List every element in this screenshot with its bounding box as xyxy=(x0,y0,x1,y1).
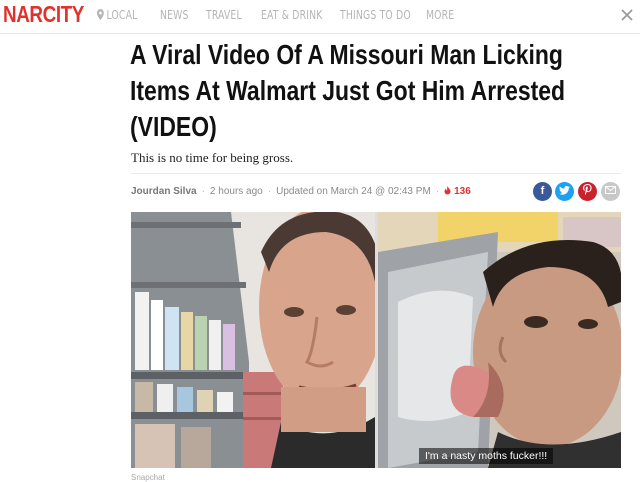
location-pin-icon xyxy=(97,9,104,23)
pinterest-share-button[interactable] xyxy=(578,182,597,201)
fire-icon xyxy=(444,186,454,197)
article-photo[interactable]: I'm a nasty moths fucker!!! xyxy=(131,212,621,468)
facebook-icon: f xyxy=(540,185,545,197)
top-nav: NARCITY LOCAL NEWS TRAVEL EAT & DRINK TH… xyxy=(0,0,640,34)
nav-item-news[interactable]: NEWS xyxy=(160,8,189,22)
article-subtitle: This is no time for being gross. xyxy=(131,150,294,165)
facebook-share-button[interactable]: f xyxy=(533,182,552,201)
nav-item-eat-drink[interactable]: EAT & DRINK xyxy=(261,8,322,22)
reaction-count: 136 xyxy=(444,186,471,197)
close-icon[interactable] xyxy=(620,8,634,22)
video-caption: I'm a nasty moths fucker!!! xyxy=(419,448,554,464)
nav-item-travel[interactable]: TRAVEL xyxy=(206,8,242,22)
nav-item-things-to-do[interactable]: THINGS TO DO xyxy=(340,8,411,22)
photo-panel-right xyxy=(378,212,621,468)
twitter-icon xyxy=(559,185,570,197)
byline: Jourdan Silva · 2 hours ago · Updated on Mar… xyxy=(131,186,471,197)
reaction-count-value: 136 xyxy=(454,186,471,197)
pinterest-icon xyxy=(583,184,592,197)
photo-credit: Snapchat xyxy=(131,473,165,482)
nav-item-more[interactable]: MORE xyxy=(426,8,454,22)
site-logo[interactable]: NARCITY xyxy=(3,1,84,28)
published-time: 2 hours ago xyxy=(209,186,263,197)
updated-time: Updated on March 24 @ 02:43 PM xyxy=(276,186,431,197)
nav-item-label: LOCAL xyxy=(106,8,138,22)
divider xyxy=(131,173,621,174)
article-title: A Viral Video Of A Missouri Man Licking … xyxy=(130,39,566,142)
mail-icon xyxy=(605,185,616,197)
author-link[interactable]: Jourdan Silva xyxy=(131,186,197,197)
twitter-share-button[interactable] xyxy=(555,182,574,201)
photo-panel-left xyxy=(131,212,375,468)
email-share-button[interactable] xyxy=(601,182,620,201)
nav-item-local[interactable]: LOCAL xyxy=(97,8,137,23)
